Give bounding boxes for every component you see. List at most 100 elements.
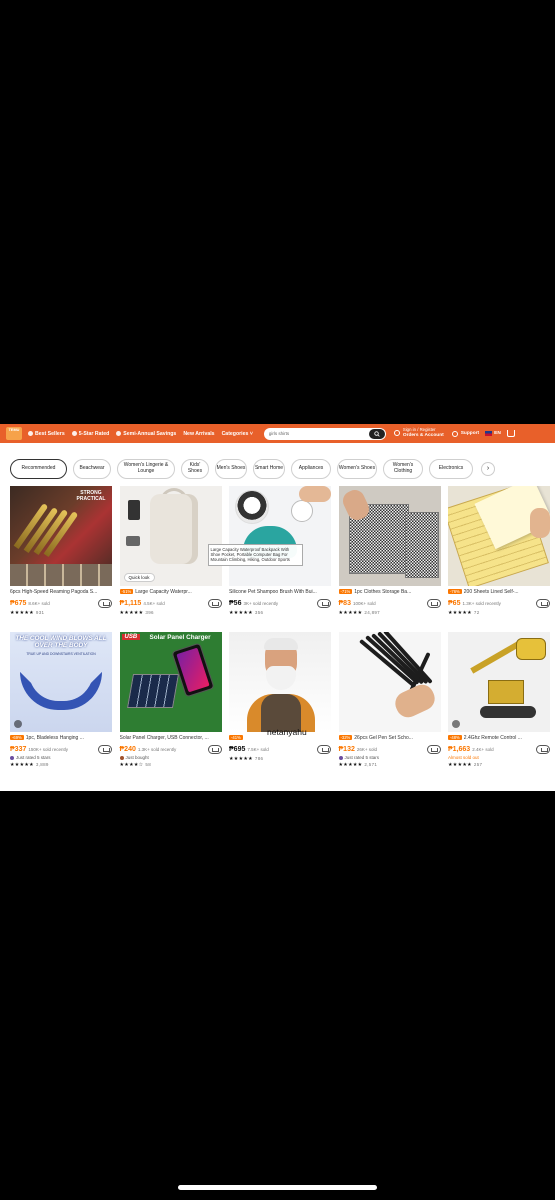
product-price: ₱132 — [338, 745, 355, 753]
discount-badge: -69% — [10, 735, 24, 740]
tab-womens-shoes[interactable]: Women's Shoes — [337, 458, 377, 479]
flag-icon — [485, 431, 493, 436]
sold-count: 1.3K+ sold recently — [137, 746, 177, 752]
product-title-text: Large Capacity Waterpr... — [135, 589, 192, 595]
nav-best-sellers[interactable]: Best Sellers — [28, 431, 65, 437]
rating-count: 2,571 — [364, 762, 378, 767]
product-title[interactable]: 6pcs High-Speed Reaming Pagoda S... — [10, 589, 112, 595]
product-card[interactable]: netanyahu -41% ₱695 7.5K+ sold ★★★★★ 786 — [229, 632, 331, 772]
search-button[interactable] — [368, 428, 385, 439]
discount-badge: -41% — [229, 735, 243, 740]
product-image[interactable] — [338, 632, 441, 732]
tab-electronics[interactable]: Electronics — [429, 458, 473, 479]
add-to-cart-button[interactable] — [536, 598, 550, 608]
product-card[interactable]: USB Solar Panel Charger Solar Panel Char… — [119, 632, 222, 772]
temu-logo[interactable]: TEMU — [6, 427, 22, 440]
sold-count: 4.5K+ sold — [143, 600, 165, 606]
product-card[interactable]: -71% 1pc Clothes Storage Ba... ₱83 100K+ s… — [338, 486, 441, 626]
sold-count: 3K+ sold recently — [243, 600, 279, 606]
product-title-text: 2.4Ghz Remote Control ... — [463, 735, 522, 741]
video-play-icon[interactable] — [14, 720, 22, 728]
product-image[interactable] — [229, 632, 331, 732]
product-card[interactable]: -76% 200 Sheets Lined Self-... ₱65 1.3K+ s… — [448, 486, 550, 626]
nav-five-star[interactable]: 5-Star Rated — [71, 430, 110, 437]
product-image[interactable] — [338, 486, 441, 586]
rating-stars: ★★★★★ 3,889 — [10, 762, 49, 768]
product-title[interactable]: -51% Large Capacity Waterpr... — [119, 589, 222, 595]
language-selector[interactable]: EN — [485, 431, 501, 436]
tab-recommended[interactable]: Recommended — [10, 458, 67, 479]
star-icon — [71, 431, 77, 436]
rating-stars: ★★★★★ 356 — [229, 610, 264, 616]
quick-look-button[interactable]: Quick look — [123, 573, 155, 582]
product-title[interactable]: Silicone Pet Shampoo Brush With Bui... — [229, 589, 331, 595]
product-tooltip: Large Capacity Waterproof Backpack With … — [207, 544, 303, 566]
price-value: 56 — [233, 599, 242, 607]
product-price: ₱240 — [119, 745, 136, 753]
tab-mens-shoes[interactable]: Men's Shoes — [215, 458, 247, 479]
product-title[interactable]: -32% 26pcs Gel Pen Set Scho... — [338, 735, 441, 741]
product-title-text: 200 Sheets Lined Self-... — [463, 589, 519, 595]
add-to-cart-button[interactable] — [426, 598, 441, 608]
tab-womens-clothing[interactable]: Women's Clothing — [383, 458, 423, 479]
product-image[interactable]: Quick look Large Capacity Waterproof Bac… — [119, 486, 303, 586]
account-menu[interactable]: Sign in / Register Orders & Account — [393, 427, 444, 438]
nav-categories[interactable]: Categories ˅ — [222, 431, 253, 437]
rating-count: 24,897 — [364, 610, 380, 615]
add-to-cart-button[interactable] — [207, 744, 222, 754]
chevron-right-icon[interactable]: › — [481, 461, 495, 476]
sold-count: 26K+ sold — [356, 746, 377, 752]
product-image[interactable] — [448, 486, 550, 586]
image-caption: STRONG PRACTICAL — [76, 490, 106, 502]
product-card[interactable]: Quick look Large Capacity Waterproof Bac… — [119, 486, 303, 626]
avatar — [119, 755, 124, 760]
nav-label: Best Sellers — [35, 430, 65, 437]
search-input[interactable] — [268, 431, 359, 436]
product-card[interactable]: STRONG PRACTICAL 6pcs High-Speed Reaming… — [10, 486, 112, 626]
cart-icon[interactable] — [506, 430, 515, 437]
add-to-cart-button[interactable] — [317, 744, 331, 754]
add-to-cart-button[interactable] — [207, 598, 222, 608]
rating-count: 58 — [145, 762, 152, 767]
activity-note-text: Just rated 5 stars — [344, 755, 380, 760]
product-image[interactable]: USB Solar Panel Charger — [119, 632, 222, 732]
language-label: EN — [494, 431, 501, 436]
add-to-cart-button[interactable] — [98, 598, 112, 608]
add-to-cart-button[interactable] — [426, 744, 441, 754]
home-indicator[interactable] — [178, 1185, 377, 1190]
product-image[interactable]: STRONG PRACTICAL — [10, 486, 112, 586]
rating-stars: ★★★★★ 257 — [448, 762, 483, 768]
add-to-cart-button[interactable] — [98, 744, 112, 754]
support-link[interactable]: Support — [451, 430, 479, 437]
add-to-cart-button[interactable] — [536, 744, 550, 754]
product-card[interactable]: -48% 2.4Ghz Remote Control ... ₱1,663 2.4K… — [448, 632, 550, 772]
product-image[interactable]: THE COOL WIND BLOWS ALL OVER THE BODY TR… — [10, 632, 112, 732]
product-card[interactable]: -32% 26pcs Gel Pen Set Scho... ₱132 26K+ s… — [338, 632, 441, 772]
tab-kids-shoes[interactable]: Kids' Shoes — [181, 458, 209, 479]
product-image[interactable] — [229, 486, 331, 586]
product-price: ₱695 — [229, 745, 246, 753]
rating-count: 257 — [473, 762, 483, 767]
nav-new-arrivals[interactable]: New Arrivals — [183, 431, 214, 437]
product-card[interactable]: THE COOL WIND BLOWS ALL OVER THE BODY TR… — [10, 632, 112, 772]
nav-label: 5-Star Rated — [78, 430, 110, 437]
search-icon — [374, 430, 380, 437]
tab-beachwear[interactable]: Beachwear — [73, 458, 111, 479]
activity-note: Just bought — [119, 755, 222, 760]
product-title[interactable]: Solar Panel Charger, USB Connector, ... — [120, 735, 222, 741]
product-title-text: Silicone Pet Shampoo Brush With Bui... — [229, 589, 317, 595]
tab-appliances[interactable]: Appliances — [291, 458, 331, 479]
product-title[interactable]: -48% 2.4Ghz Remote Control ... — [448, 735, 550, 741]
product-image[interactable] — [448, 632, 550, 732]
product-title[interactable]: -76% 200 Sheets Lined Self-... — [448, 589, 550, 595]
video-play-icon[interactable] — [452, 720, 460, 728]
product-title[interactable]: -71% 1pc Clothes Storage Ba... — [338, 589, 441, 595]
tab-womens-lingerie[interactable]: Women's Lingerie & Lounge — [117, 458, 175, 479]
product-title[interactable]: -69% 1pc, Bladeless Hanging ... — [10, 735, 112, 741]
nav-semi-annual[interactable]: Semi-Annual Savings — [116, 431, 176, 437]
activity-note-text: Just bought — [125, 755, 149, 760]
add-to-cart-button[interactable] — [317, 598, 331, 608]
discount-badge: -51% — [119, 589, 134, 594]
overlay-caption: netanyahu — [267, 727, 307, 737]
tab-smart-home[interactable]: Smart Home — [253, 458, 285, 479]
